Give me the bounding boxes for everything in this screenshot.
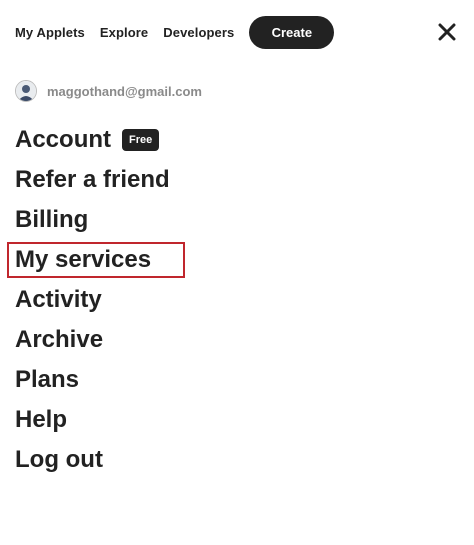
menu-item-archive[interactable]: Archive	[15, 320, 170, 360]
menu-item-account-label: Account	[15, 126, 111, 153]
menu-item-my-services[interactable]: My services	[7, 240, 185, 280]
create-button[interactable]: Create	[249, 15, 335, 49]
avatar-image	[16, 81, 36, 101]
top-navigation: My Applets Explore Developers Create	[15, 15, 462, 49]
menu-item-account[interactable]: Account Free	[15, 120, 170, 160]
close-icon	[438, 23, 456, 41]
close-button[interactable]	[434, 19, 460, 45]
menu-item-log-out[interactable]: Log out	[15, 440, 170, 480]
menu-item-help[interactable]: Help	[15, 400, 170, 440]
nav-link-explore[interactable]: Explore	[100, 25, 148, 40]
account-menu: Account Free Refer a friend Billing My s…	[7, 120, 185, 480]
user-row: maggothand@gmail.com	[15, 80, 202, 102]
menu-item-plans[interactable]: Plans	[15, 360, 170, 400]
avatar	[15, 80, 37, 102]
menu-item-billing[interactable]: Billing	[15, 200, 170, 240]
nav-link-developers[interactable]: Developers	[163, 25, 234, 40]
menu-item-activity[interactable]: Activity	[15, 280, 170, 320]
user-email: maggothand@gmail.com	[47, 83, 202, 99]
menu-item-my-services-label: My services	[15, 246, 152, 273]
menu-item-refer-a-friend[interactable]: Refer a friend	[15, 160, 170, 200]
plan-badge: Free	[122, 129, 160, 151]
nav-link-my-applets[interactable]: My Applets	[15, 25, 85, 40]
